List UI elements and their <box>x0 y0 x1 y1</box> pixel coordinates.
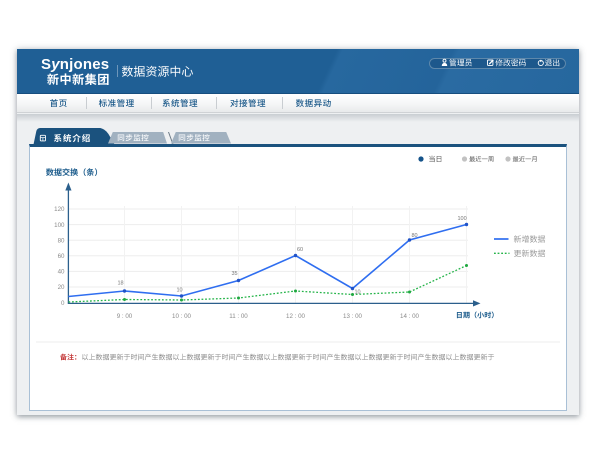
svg-text:60: 60 <box>297 247 303 253</box>
svg-text:20: 20 <box>58 284 65 291</box>
svg-text:100: 100 <box>54 222 65 229</box>
svg-text:0: 0 <box>61 300 65 307</box>
svg-text:11 : 00: 11 : 00 <box>229 313 248 320</box>
svg-text:35: 35 <box>232 271 238 277</box>
svg-text:40: 40 <box>58 269 65 276</box>
svg-text:13 : 00: 13 : 00 <box>343 313 362 320</box>
svg-text:120: 120 <box>54 206 65 213</box>
svg-text:10: 10 <box>355 290 361 296</box>
svg-text:12 : 00: 12 : 00 <box>286 313 305 320</box>
svg-text:80: 80 <box>58 237 65 244</box>
svg-text:60: 60 <box>58 253 65 260</box>
svg-text:10: 10 <box>177 288 183 294</box>
svg-text:10 : 00: 10 : 00 <box>172 313 191 320</box>
svg-text:100: 100 <box>458 216 467 222</box>
svg-text:80: 80 <box>412 233 418 239</box>
svg-text:9 : 00: 9 : 00 <box>117 313 133 320</box>
svg-text:14 : 00: 14 : 00 <box>400 313 419 320</box>
svg-text:18: 18 <box>118 281 124 287</box>
